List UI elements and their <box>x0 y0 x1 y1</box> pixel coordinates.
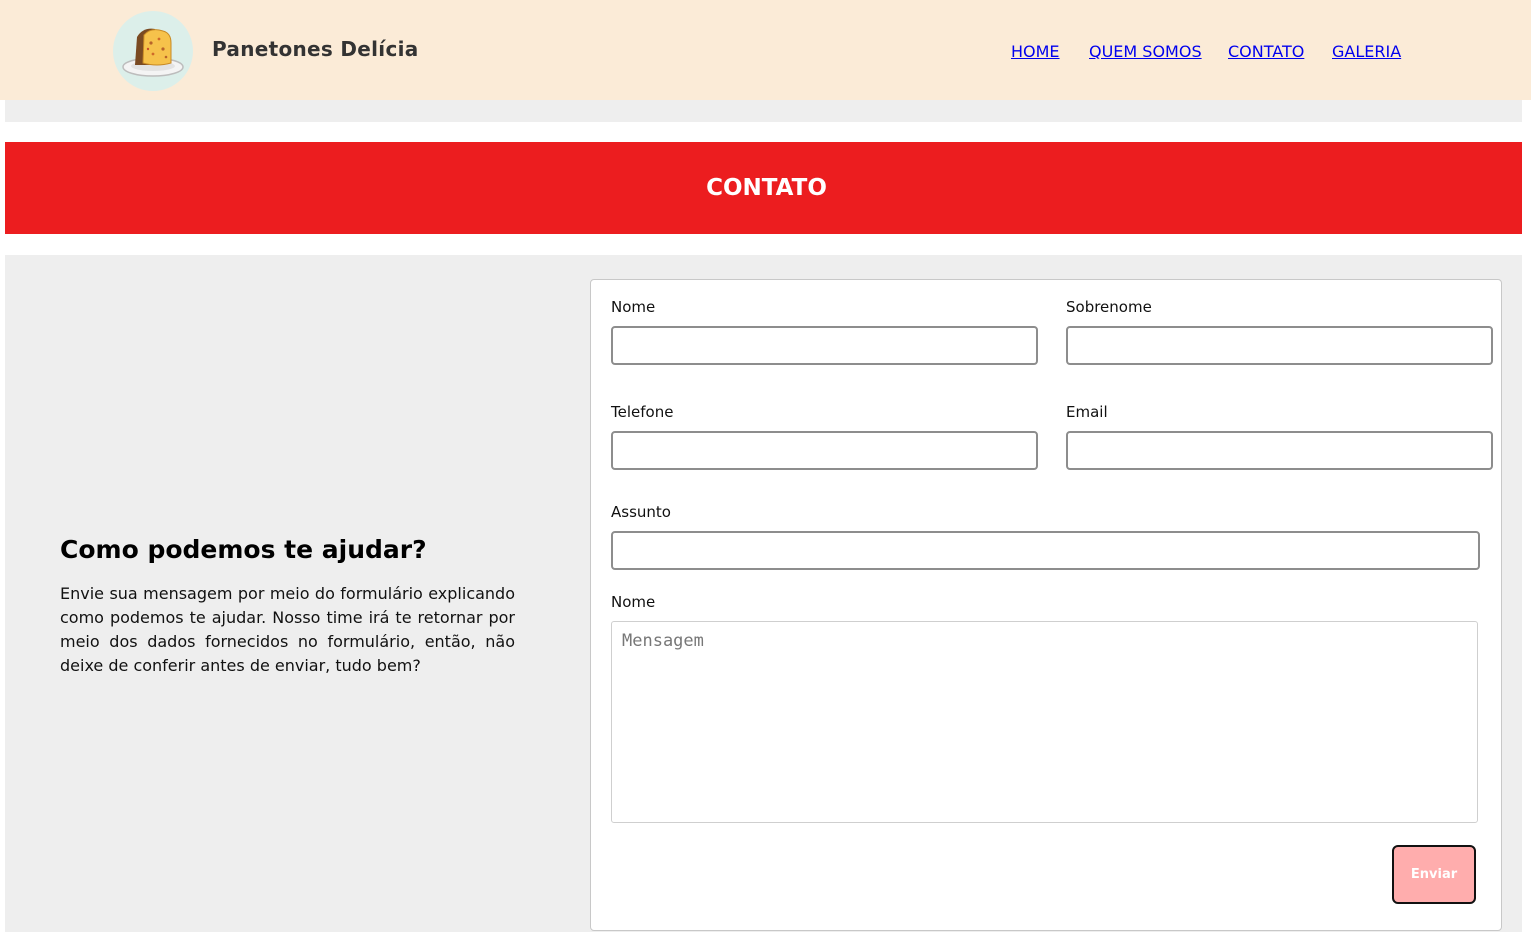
page-banner: CONTATO <box>5 142 1522 234</box>
contact-section: Como podemos te ajudar? Envie sua mensag… <box>5 255 1522 932</box>
send-button[interactable]: Enviar <box>1392 845 1476 904</box>
email-label: Email <box>1066 403 1108 421</box>
subject-input[interactable] <box>611 531 1480 570</box>
contact-form: Nome Sobrenome Telefone Email Assunto No… <box>590 279 1502 931</box>
first-name-input[interactable] <box>611 326 1038 365</box>
brand-name[interactable]: Panetones Delícia <box>212 37 419 61</box>
message-label: Nome <box>611 593 656 611</box>
help-heading: Como podemos te ajudar? <box>60 535 427 564</box>
message-textarea[interactable] <box>611 621 1478 823</box>
subject-label: Assunto <box>611 503 671 521</box>
nav-home[interactable]: HOME <box>1011 42 1060 61</box>
first-name-label: Nome <box>611 298 656 316</box>
help-description: Envie sua mensagem por meio do formulári… <box>60 584 515 675</box>
nav-quem-somos[interactable]: QUEM SOMOS <box>1089 42 1202 61</box>
header-divider-strip <box>5 100 1522 122</box>
email-input[interactable] <box>1066 431 1493 470</box>
last-name-input[interactable] <box>1066 326 1493 365</box>
phone-label: Telefone <box>611 403 674 421</box>
last-name-label: Sobrenome <box>1066 298 1152 316</box>
site-header: Panetones Delícia HOME QUEM SOMOS CONTAT… <box>0 0 1531 100</box>
logo[interactable] <box>113 11 193 91</box>
phone-input[interactable] <box>611 431 1038 470</box>
nav-galeria[interactable]: GALERIA <box>1332 42 1401 61</box>
page-title: CONTATO <box>706 175 827 201</box>
nav-contato[interactable]: CONTATO <box>1228 42 1304 61</box>
panettone-icon <box>122 28 184 77</box>
